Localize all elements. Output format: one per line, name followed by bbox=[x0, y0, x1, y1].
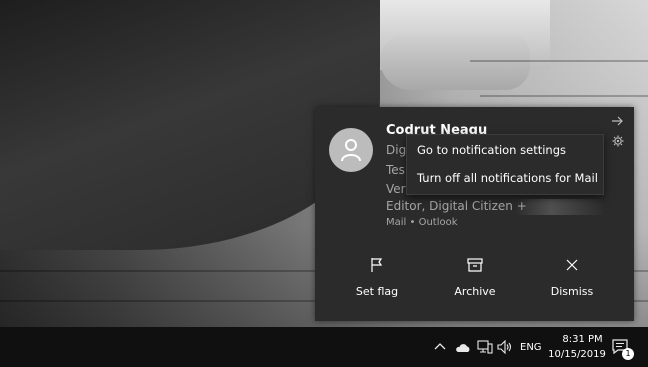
wallpaper-hand bbox=[380, 35, 530, 90]
onedrive-cloud-icon[interactable] bbox=[455, 342, 471, 356]
wallpaper-plank-line bbox=[480, 95, 648, 97]
set-flag-button[interactable]: Set flag bbox=[327, 253, 427, 303]
settings-gear-icon[interactable] bbox=[612, 135, 624, 149]
app-attribution: Mail • Outlook bbox=[386, 217, 458, 228]
taskbar: ENG 8:31 PM 10/15/2019 1 bbox=[0, 327, 648, 367]
dismiss-button[interactable]: Dismiss bbox=[522, 253, 622, 303]
clock-time[interactable]: 8:31 PM bbox=[560, 334, 605, 345]
notification-actions: Set flag Archive Dismiss bbox=[315, 253, 634, 313]
set-flag-label: Set flag bbox=[355, 285, 399, 298]
message-line: Dig bbox=[386, 143, 407, 157]
wallpaper-plank-line bbox=[470, 60, 648, 62]
expand-arrow-icon[interactable] bbox=[612, 116, 624, 128]
archive-icon bbox=[467, 258, 483, 272]
clock-date[interactable]: 10/15/2019 bbox=[548, 349, 606, 360]
show-hidden-icons-chevron-icon[interactable] bbox=[434, 340, 446, 354]
menu-item-notification-settings[interactable]: Go to notification settings bbox=[417, 143, 566, 157]
volume-speaker-icon[interactable] bbox=[497, 339, 513, 357]
message-line: Tes bbox=[386, 163, 405, 177]
menu-item-turn-off-mail-notifications[interactable]: Turn off all notifications for Mail bbox=[417, 171, 598, 185]
archive-button[interactable]: Archive bbox=[425, 253, 525, 303]
sender-avatar bbox=[329, 128, 373, 172]
message-line: Editor, Digital Citizen + bbox=[386, 199, 527, 213]
input-language-indicator[interactable]: ENG bbox=[520, 342, 542, 353]
message-line: Ver bbox=[386, 182, 406, 196]
redacted-text-blur bbox=[515, 199, 605, 215]
flag-icon bbox=[371, 258, 383, 272]
archive-label: Archive bbox=[454, 285, 496, 298]
notification-settings-menu: Go to notification settings Turn off all… bbox=[406, 134, 604, 195]
notification-count-badge: 1 bbox=[622, 348, 634, 360]
person-icon bbox=[341, 139, 361, 162]
close-icon bbox=[566, 259, 578, 271]
network-icon[interactable] bbox=[477, 340, 493, 357]
dismiss-label: Dismiss bbox=[550, 285, 594, 298]
